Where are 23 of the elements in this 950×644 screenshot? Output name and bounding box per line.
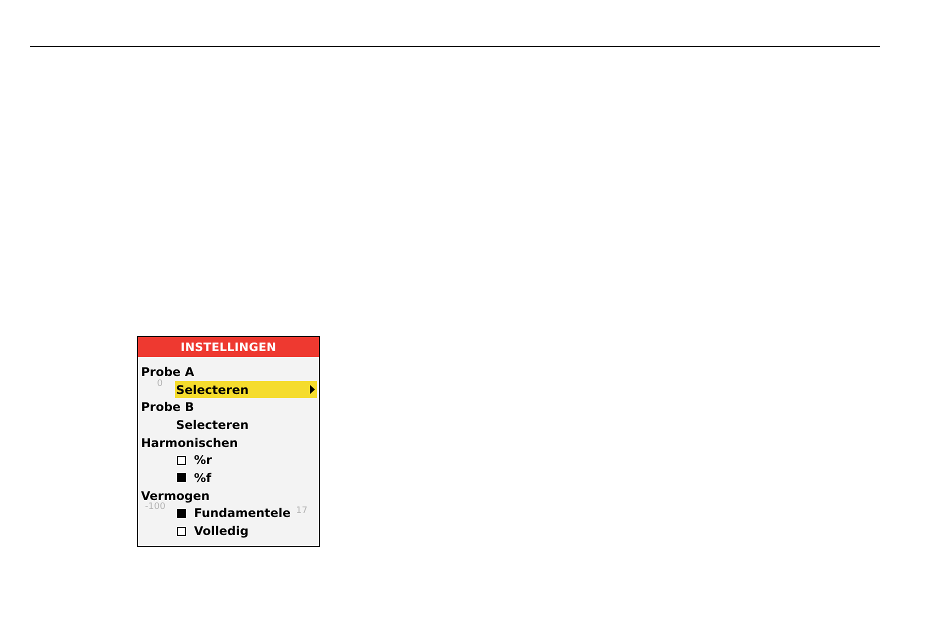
menu-title: INSTELLINGEN bbox=[138, 337, 319, 357]
checkbox-label: %f bbox=[194, 470, 212, 485]
menu-item[interactable]: Selecteren bbox=[175, 416, 317, 434]
menu-item[interactable]: %f bbox=[175, 469, 212, 487]
caret-icon bbox=[310, 385, 315, 394]
checkbox[interactable] bbox=[177, 473, 186, 482]
section-heading: Vermogen bbox=[141, 488, 210, 503]
checkbox[interactable] bbox=[177, 456, 186, 465]
checkbox[interactable] bbox=[177, 526, 186, 536]
checkbox-label: Fundamentele bbox=[194, 506, 291, 520]
faint-axis-label: 0 bbox=[157, 380, 163, 389]
menu-item[interactable]: Fundamentele bbox=[175, 504, 291, 522]
faint-axis-label: -100 bbox=[145, 503, 166, 512]
section-heading: Probe A bbox=[141, 364, 194, 379]
checkbox[interactable] bbox=[177, 508, 186, 518]
checkbox-label: Volledig bbox=[194, 524, 249, 538]
section-heading: Probe B bbox=[141, 400, 194, 414]
menu-item[interactable]: Volledig bbox=[175, 522, 249, 540]
section-heading: Harmonischen bbox=[141, 436, 238, 450]
menu-item[interactable]: %r bbox=[175, 451, 212, 470]
checkbox-label: %r bbox=[194, 453, 212, 468]
menu-item[interactable]: Selecteren bbox=[175, 380, 317, 398]
faint-axis-label: 17 bbox=[296, 507, 308, 516]
